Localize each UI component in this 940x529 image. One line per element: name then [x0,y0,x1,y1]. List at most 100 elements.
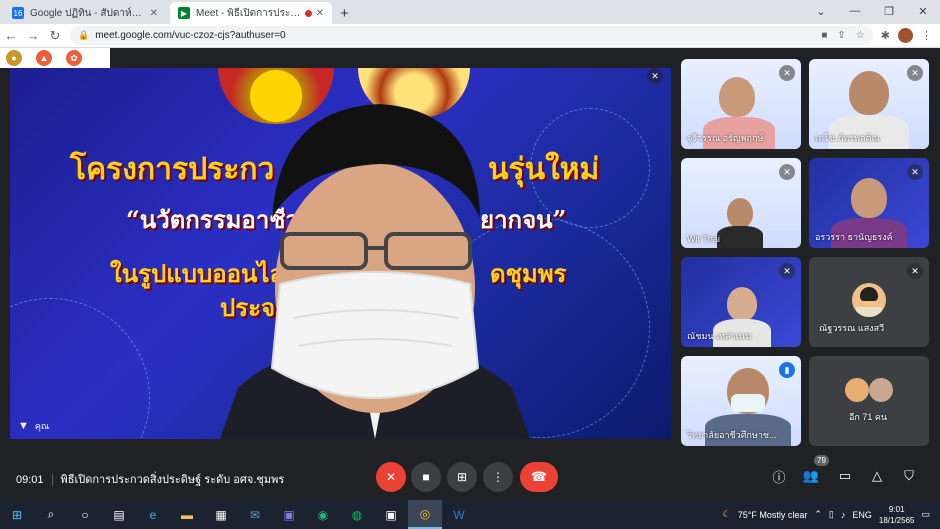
meeting-time: 09:01 [16,474,44,486]
windows-start-icon[interactable]: ⊞ [0,500,34,529]
bookmark-star-icon[interactable]: ☆ [856,30,865,41]
meet-icon: ▶ [178,7,190,19]
mic-off-icon: ✕ [779,164,795,180]
avatar [852,283,886,317]
window-controls: ⌄ — ❐ ✕ [804,0,940,24]
mic-off-icon: ✕ [907,263,923,279]
word-icon[interactable]: W [442,500,476,529]
people-icon[interactable]: 👥 [801,466,821,486]
browser-tab-strip: 16 Google ปฏิทิน - สัปดาห์ของวันที่ 16 ม… [0,0,940,24]
weather-text[interactable]: 75°F Mostly clear [738,510,808,520]
participant-name: จุรีวรรณ อรัญพฤกษ์ [687,133,764,143]
volume-icon[interactable]: ♪ [841,510,846,520]
weather-moon-icon: ☾ [722,509,731,519]
app-icon[interactable]: ▲ [36,50,52,66]
back-arrow-icon[interactable]: ← [0,25,22,47]
taskbar-clock[interactable]: 9:01 18/1/2565 [879,504,915,526]
menu-dots-icon[interactable]: ⋮ [921,29,932,42]
clock-time: 9:01 [888,504,905,514]
participant-name: อรวรรา ธานัญธรงค์ [815,232,893,242]
task-view-icon[interactable]: ▤ [102,500,136,529]
more-options-button[interactable]: ⋮ [483,462,513,492]
camera-toggle-button[interactable]: ■ [411,462,441,492]
meeting-info: 09:01 พิธีเปิดการประกวดสิ่งประดิษฐ์ ระดับ… [16,470,284,488]
teams-icon[interactable]: ▣ [272,500,306,529]
main-video-tile[interactable]: โครงการประกว นรุ่นใหม่ “นวัตกรรมอาชีวะ ย… [10,68,671,439]
forward-arrow-icon[interactable]: → [22,25,44,47]
tab-calendar[interactable]: 16 Google ปฏิทิน - สัปดาห์ของวันที่ 16 ม… [4,2,166,24]
more-participants-tile[interactable]: อีก 71 คน [809,356,929,446]
meeting-details-icon[interactable]: ⓘ [769,466,789,486]
cortana-icon[interactable]: ○ [68,500,102,529]
network-icon[interactable]: ▯ [829,509,834,520]
chrome-icon[interactable]: ◎ [408,500,442,529]
tab-search-button[interactable]: ⌄ [804,0,838,22]
present-screen-button[interactable]: ⊞ [447,462,477,492]
extensions-puzzle-icon[interactable]: ✱ [881,29,890,42]
browser-toolbar: ← → ↻ 🔒 meet.google.com/vuc-czoz-cjs?aut… [0,24,940,48]
participant-tile[interactable]: ✕ เดโช ภัทรพลคิณ [809,59,929,149]
participant-tile[interactable]: ✕ ณัชมน เหล่าเมฆ [681,257,801,347]
camera-indicator-icon[interactable]: ■ [821,30,827,41]
participant-name: Wit Thai [687,234,720,244]
leave-call-button[interactable]: ☎ [520,462,558,492]
tab-title: Google ปฏิทิน - สัปดาห์ของวันที่ 16 ม [30,7,146,19]
clock-date: 18/1/2565 [878,515,915,525]
speaker-video [220,104,530,439]
participant-name: วิทยาลัยอาชีวศึกษาช... [687,430,777,440]
participant-tile[interactable]: ✕ จุรีวรรณ อรัญพฤกษ์ [681,59,801,149]
chat-icon[interactable]: ▭ [835,466,855,486]
reload-icon[interactable]: ↻ [44,25,66,47]
profile-avatar[interactable] [898,28,913,43]
url-text: meet.google.com/vuc-czoz-cjs?authuser=0 [95,30,286,41]
app-icon[interactable]: ✿ [66,50,82,66]
maximize-button[interactable]: ❐ [872,0,906,22]
participant-tile[interactable]: ✕ Wit Thai [681,158,801,248]
meet-stage: ● ▲ ✿ โครงการประกว นรุ่นใหม่ “นวัตกรรมอา… [0,48,940,500]
avatar [869,378,893,402]
lock-icon: 🔒 [78,30,90,40]
tab-meet[interactable]: ▶ Meet - พิธีเปิดการประกวดสิ่งประ ✕ [170,2,332,24]
edge-icon[interactable]: e [136,500,170,529]
search-icon[interactable]: ⌕ [34,500,68,529]
mic-off-icon: ✕ [907,164,923,180]
mail-icon[interactable]: ✉ [238,500,272,529]
store-icon[interactable]: ▦ [204,500,238,529]
tray-overflow-icon[interactable]: ⌃ [814,509,822,520]
file-explorer-icon[interactable]: ▬ [170,500,204,529]
participant-name: ณัฐวรรณ แสงสวี [819,323,885,333]
participant-count-badge: 79 [814,455,829,466]
recording-icon [304,9,312,17]
activities-icon[interactable]: △ [867,466,887,486]
pin-icon[interactable]: ▼ [18,420,29,432]
mic-off-icon: ✕ [907,65,923,81]
participant-tile[interactable]: ✕ ณัฐวรรณ แสงสวี [809,257,929,347]
close-icon[interactable]: ✕ [316,8,324,19]
edge-app-icon[interactable]: ◉ [306,500,340,529]
more-participants-count: อีก 71 คน [849,412,888,422]
speaking-indicator-icon: ▮ [779,362,795,378]
close-window-button[interactable]: ✕ [906,0,940,22]
speaker-name-tag: ▼ คุณ [18,419,49,433]
address-bar[interactable]: 🔒 meet.google.com/vuc-czoz-cjs?authuser=… [70,26,873,45]
avatar [845,378,869,402]
participant-name: ณัชมน เหล่าเมฆ [687,331,752,341]
meeting-control-bar: 09:01 พิธีเปิดการประกวดสิ่งประดิษฐ์ ระดับ… [0,452,940,500]
notification-icon[interactable]: ▭ [921,509,930,520]
participant-tile[interactable]: ▮ วิทยาลัยอาชีวศึกษาช... [681,356,801,446]
close-icon[interactable]: ✕ [150,8,158,19]
mic-toggle-button[interactable]: ✕ [376,462,406,492]
participant-name: เดโช ภัทรพลคิณ [815,133,880,143]
host-controls-icon[interactable]: ⛉ [899,466,919,486]
tab-title: Meet - พิธีเปิดการประกวดสิ่งประ [196,7,301,19]
minimize-button[interactable]: — [838,0,872,22]
photos-icon[interactable]: ▣ [374,500,408,529]
new-tab-button[interactable]: + [340,2,349,24]
participant-tile[interactable]: ✕ อรวรรา ธานัญธรงค์ [809,158,929,248]
share-icon[interactable]: ⇪ [837,30,845,41]
mic-off-icon: ✕ [779,65,795,81]
line-icon[interactable]: ◍ [340,500,374,529]
app-icon[interactable]: ● [6,50,22,66]
windows-taskbar: ⊞ ⌕ ○ ▤ e ▬ ▦ ✉ ▣ ◉ ◍ ▣ ◎ W ☾ 75°F Mostl… [0,500,940,529]
language-indicator[interactable]: ENG [852,510,872,520]
